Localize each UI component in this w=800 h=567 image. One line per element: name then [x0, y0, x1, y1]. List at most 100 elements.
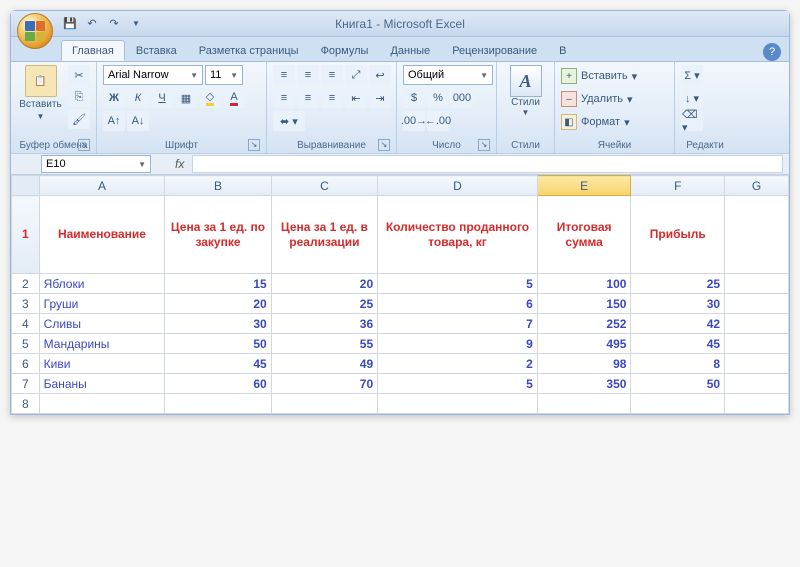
save-button[interactable]: 💾 [61, 15, 79, 33]
cell-D1[interactable]: Количество проданного товара, кг [378, 196, 538, 274]
italic-button[interactable]: К [127, 88, 149, 108]
wrap-text-button[interactable]: ↩ [369, 65, 391, 85]
cell-F6[interactable]: 8 [631, 354, 725, 374]
help-button[interactable]: ? [763, 43, 781, 61]
cell-C1[interactable]: Цена за 1 ед. в реализации [271, 196, 377, 274]
underline-button[interactable]: Ч [151, 88, 173, 108]
row-header-1[interactable]: 1 [12, 196, 40, 274]
align-top-button[interactable]: ≡ [273, 65, 295, 85]
align-bottom-button[interactable]: ≡ [321, 65, 343, 85]
col-header-f[interactable]: F [631, 176, 725, 196]
cell-E5[interactable]: 495 [537, 334, 631, 354]
cell-F4[interactable]: 42 [631, 314, 725, 334]
merge-center-button[interactable]: ⬌ ▾ [273, 111, 305, 131]
bold-button[interactable]: Ж [103, 88, 125, 108]
cell-F1[interactable]: Прибыль [631, 196, 725, 274]
select-all-corner[interactable] [12, 176, 40, 196]
tab-page-layout[interactable]: Разметка страницы [188, 40, 310, 61]
fill-color-button[interactable]: ◇ [199, 88, 221, 108]
cell[interactable] [537, 394, 631, 414]
row-header-8[interactable]: 8 [12, 394, 40, 414]
col-header-a[interactable]: A [39, 176, 165, 196]
cell-styles-button[interactable]: A Стили ▼ [504, 65, 548, 117]
cell-C4[interactable]: 36 [271, 314, 377, 334]
delete-cells-button[interactable]: –Удалить ▾ [561, 88, 633, 110]
formula-input[interactable] [192, 155, 783, 173]
cell-B1[interactable]: Цена за 1 ед. по закупке [165, 196, 271, 274]
cell-D5[interactable]: 9 [378, 334, 538, 354]
cell-G7[interactable] [725, 374, 789, 394]
cell-G2[interactable] [725, 274, 789, 294]
cell-D6[interactable]: 2 [378, 354, 538, 374]
comma-button[interactable]: 000 [451, 88, 473, 108]
cell[interactable] [165, 394, 271, 414]
cell-B3[interactable]: 20 [165, 294, 271, 314]
row-header-3[interactable]: 3 [12, 294, 40, 314]
cell-E3[interactable]: 150 [537, 294, 631, 314]
font-size-combo[interactable]: 11▼ [205, 65, 243, 85]
border-button[interactable]: ▦ [175, 88, 197, 108]
font-color-button[interactable]: A [223, 88, 245, 108]
cell-G6[interactable] [725, 354, 789, 374]
cell-B2[interactable]: 15 [165, 274, 271, 294]
tab-review[interactable]: Рецензирование [441, 40, 548, 61]
qat-dropdown[interactable]: ▼ [127, 15, 145, 33]
clipboard-dialog-launcher[interactable]: ↘ [78, 139, 90, 151]
col-header-g[interactable]: G [725, 176, 789, 196]
cell-C2[interactable]: 20 [271, 274, 377, 294]
number-format-combo[interactable]: Общий▼ [403, 65, 493, 85]
tab-data[interactable]: Данные [379, 40, 441, 61]
align-middle-button[interactable]: ≡ [297, 65, 319, 85]
cell-A2[interactable]: Яблоки [39, 274, 165, 294]
format-cells-button[interactable]: ◧Формат ▾ [561, 111, 630, 133]
cell-B6[interactable]: 45 [165, 354, 271, 374]
percent-button[interactable]: % [427, 88, 449, 108]
cell-A4[interactable]: Сливы [39, 314, 165, 334]
copy-button[interactable]: ⎘ [68, 87, 90, 107]
align-right-button[interactable]: ≡ [321, 88, 343, 108]
paste-button[interactable]: 📋 Вставить ▼ [17, 65, 64, 121]
fx-icon[interactable]: fx [175, 157, 184, 171]
font-dialog-launcher[interactable]: ↘ [248, 139, 260, 151]
fill-button[interactable]: ↓ ▾ [681, 88, 703, 108]
decrease-font-button[interactable]: A↓ [127, 111, 149, 131]
cell-D4[interactable]: 7 [378, 314, 538, 334]
row-header-2[interactable]: 2 [12, 274, 40, 294]
cell-C3[interactable]: 25 [271, 294, 377, 314]
cell-G4[interactable] [725, 314, 789, 334]
undo-button[interactable]: ↶ [83, 15, 101, 33]
col-header-b[interactable]: B [165, 176, 271, 196]
office-button[interactable] [17, 13, 53, 49]
font-name-combo[interactable]: Arial Narrow▼ [103, 65, 203, 85]
tab-formulas[interactable]: Формулы [310, 40, 380, 61]
cell-A3[interactable]: Груши [39, 294, 165, 314]
currency-button[interactable]: $ [403, 88, 425, 108]
cell-E1[interactable]: Итоговая сумма [537, 196, 631, 274]
cell-F2[interactable]: 25 [631, 274, 725, 294]
cell-E7[interactable]: 350 [537, 374, 631, 394]
col-header-c[interactable]: C [271, 176, 377, 196]
format-painter-button[interactable]: 🖌 [68, 109, 90, 129]
cell-B7[interactable]: 60 [165, 374, 271, 394]
clear-button[interactable]: ⌫ ▾ [681, 111, 703, 131]
decrease-decimal-button[interactable]: ←.00 [427, 111, 449, 131]
increase-indent-button[interactable]: ⇥ [369, 88, 391, 108]
row-header-5[interactable]: 5 [12, 334, 40, 354]
cell-C5[interactable]: 55 [271, 334, 377, 354]
cell-A7[interactable]: Бананы [39, 374, 165, 394]
cell-A1[interactable]: Наименование [39, 196, 165, 274]
tab-view[interactable]: В [548, 40, 577, 61]
cell-F7[interactable]: 50 [631, 374, 725, 394]
cell-D7[interactable]: 5 [378, 374, 538, 394]
tab-home[interactable]: Главная [61, 40, 125, 61]
cut-button[interactable]: ✂ [68, 65, 90, 85]
col-header-e[interactable]: E [537, 176, 631, 196]
tab-insert[interactable]: Вставка [125, 40, 188, 61]
cell[interactable] [39, 394, 165, 414]
cell-G5[interactable] [725, 334, 789, 354]
cell[interactable] [725, 394, 789, 414]
increase-decimal-button[interactable]: .00→ [403, 111, 425, 131]
cell-D2[interactable]: 5 [378, 274, 538, 294]
cell-C6[interactable]: 49 [271, 354, 377, 374]
name-box[interactable]: E10▼ [41, 155, 151, 173]
